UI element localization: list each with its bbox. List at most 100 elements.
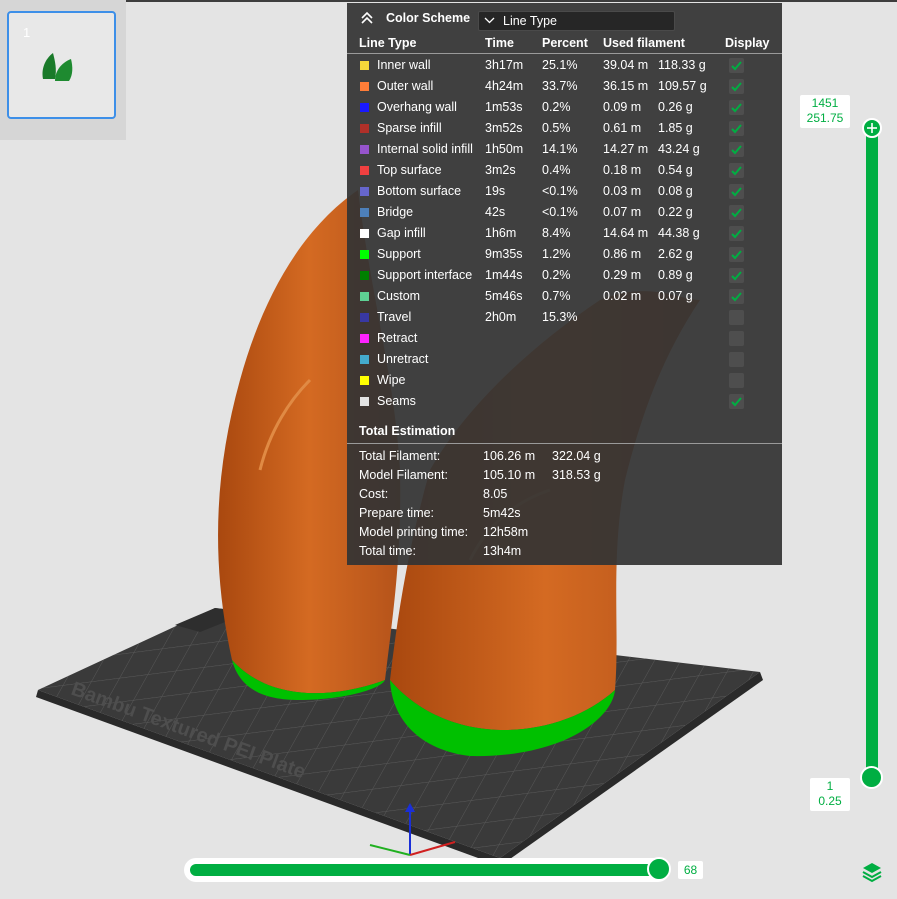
line-type-length: 0.61 m — [603, 121, 642, 135]
checkmark-icon — [731, 103, 742, 113]
checkmark-icon — [731, 61, 742, 71]
line-type-time: 42s — [485, 205, 506, 219]
line-type-row[interactable]: Inner wall 3h17m 25.1% 39.04 m 118.33 g — [347, 55, 782, 76]
line-type-weight: 1.85 g — [658, 121, 693, 135]
line-type-row[interactable]: Retract — [347, 328, 782, 349]
color-swatch — [360, 250, 369, 259]
line-type-row[interactable]: Outer wall 4h24m 33.7% 36.15 m 109.57 g — [347, 76, 782, 97]
line-type-name: Bridge — [377, 205, 414, 219]
color-swatch — [360, 208, 369, 217]
line-type-row[interactable]: Bridge 42s <0.1% 0.07 m 0.22 g — [347, 202, 782, 223]
line-type-time: 1h6m — [485, 226, 517, 240]
top-layer-number: 1451 — [811, 96, 839, 110]
line-type-row[interactable]: Gap infill 1h6m 8.4% 14.64 m 44.38 g — [347, 223, 782, 244]
display-checkbox[interactable] — [729, 58, 744, 73]
display-checkbox[interactable] — [729, 394, 744, 409]
line-type-row[interactable]: Support 9m35s 1.2% 0.86 m 2.62 g — [347, 244, 782, 265]
line-type-percent: 33.7% — [542, 79, 578, 93]
move-slider-value: 68 — [678, 861, 703, 879]
layers-icon[interactable] — [860, 860, 884, 884]
line-type-row[interactable]: Overhang wall 1m53s 0.2% 0.09 m 0.26 g — [347, 97, 782, 118]
line-type-percent: 0.5% — [542, 121, 571, 135]
column-header-display: Display — [725, 36, 770, 50]
double-chevron-up-icon[interactable] — [360, 11, 374, 25]
line-type-name: Support interface — [377, 268, 473, 282]
layer-slider-top-handle[interactable] — [862, 118, 882, 138]
line-type-time: 1m44s — [485, 268, 523, 282]
display-checkbox[interactable] — [729, 142, 744, 157]
line-type-row[interactable]: Support interface 1m44s 0.2% 0.29 m 0.89 g — [347, 265, 782, 286]
total-value: 8.05 — [483, 487, 508, 501]
display-checkbox[interactable] — [729, 121, 744, 136]
line-type-time: 1h50m — [485, 142, 524, 156]
line-type-percent: 0.4% — [542, 163, 571, 177]
checkmark-icon — [731, 229, 742, 239]
line-type-row[interactable]: Bottom surface 19s <0.1% 0.03 m 0.08 g — [347, 181, 782, 202]
line-type-row[interactable]: Top surface 3m2s 0.4% 0.18 m 0.54 g — [347, 160, 782, 181]
line-type-name: Travel — [377, 310, 412, 324]
line-type-weight: 118.33 g — [658, 58, 706, 72]
line-type-row[interactable]: Travel 2h0m 15.3% — [347, 307, 782, 328]
checkmark-icon — [731, 397, 742, 407]
total-value: 5m42s — [483, 506, 521, 520]
display-checkbox[interactable] — [729, 331, 744, 346]
line-type-name: Top surface — [377, 163, 442, 177]
display-checkbox[interactable] — [729, 100, 744, 115]
line-type-length: 0.18 m — [603, 163, 642, 177]
line-type-time: 4h24m — [485, 79, 524, 93]
line-type-percent: 25.1% — [542, 58, 578, 72]
move-slider-handle[interactable] — [647, 857, 671, 881]
color-swatch — [360, 187, 369, 196]
line-type-weight: 0.08 g — [658, 184, 693, 198]
color-scheme-select[interactable]: Line Type — [478, 11, 675, 31]
line-type-length: 0.03 m — [603, 184, 642, 198]
line-type-time: 5m46s — [485, 289, 523, 303]
checkmark-icon — [731, 145, 742, 155]
plus-icon — [867, 123, 877, 133]
layer-slider-bottom-handle[interactable] — [860, 766, 883, 789]
display-checkbox[interactable] — [729, 310, 744, 325]
total-value: 13h4m — [483, 544, 522, 558]
display-checkbox[interactable] — [729, 184, 744, 199]
display-checkbox[interactable] — [729, 268, 744, 283]
top-layer-height: 251.75 — [806, 111, 844, 125]
line-type-row[interactable]: Unretract — [347, 349, 782, 370]
line-type-percent: 1.2% — [542, 247, 571, 261]
line-type-row[interactable]: Seams — [347, 391, 782, 412]
display-checkbox[interactable] — [729, 289, 744, 304]
plate-thumbnail[interactable]: 1 — [7, 11, 116, 119]
total-value-secondary: 322.04 g — [552, 449, 601, 463]
display-checkbox[interactable] — [729, 247, 744, 262]
checkmark-icon — [731, 271, 742, 281]
line-type-percent: 0.7% — [542, 289, 571, 303]
display-checkbox[interactable] — [729, 79, 744, 94]
display-checkbox[interactable] — [729, 226, 744, 241]
color-swatch — [360, 355, 369, 364]
line-type-length: 14.64 m — [603, 226, 649, 240]
line-type-row[interactable]: Wipe — [347, 370, 782, 391]
layer-slider-track[interactable] — [866, 127, 878, 779]
total-estimation-row: Cost: 8.05 — [347, 485, 782, 504]
column-header-time: Time — [485, 36, 514, 50]
move-slider-track[interactable] — [190, 864, 660, 876]
display-checkbox[interactable] — [729, 163, 744, 178]
display-checkbox[interactable] — [729, 205, 744, 220]
display-checkbox[interactable] — [729, 373, 744, 388]
total-value: 12h58m — [483, 525, 529, 539]
line-type-row[interactable]: Internal solid infill 1h50m 14.1% 14.27 m 43… — [347, 139, 782, 160]
line-type-length: 0.86 m — [603, 247, 642, 261]
line-type-length: 0.07 m — [603, 205, 642, 219]
header-divider — [347, 53, 782, 54]
color-swatch — [360, 145, 369, 154]
layer-slider-bottom-label: 1 0.25 — [810, 778, 850, 811]
bottom-layer-height: 0.25 — [818, 794, 842, 808]
line-type-row[interactable]: Custom 5m46s 0.7% 0.02 m 0.07 g — [347, 286, 782, 307]
display-checkbox[interactable] — [729, 352, 744, 367]
line-type-row[interactable]: Sparse infill 3m52s 0.5% 0.61 m 1.85 g — [347, 118, 782, 139]
color-swatch — [360, 229, 369, 238]
line-type-name: Outer wall — [377, 79, 434, 93]
color-swatch — [360, 376, 369, 385]
total-label: Cost: — [359, 487, 389, 501]
total-estimation-row: Prepare time: 5m42s — [347, 504, 782, 523]
total-estimation-row: Model Filament: 105.10 m 318.53 g — [347, 466, 782, 485]
